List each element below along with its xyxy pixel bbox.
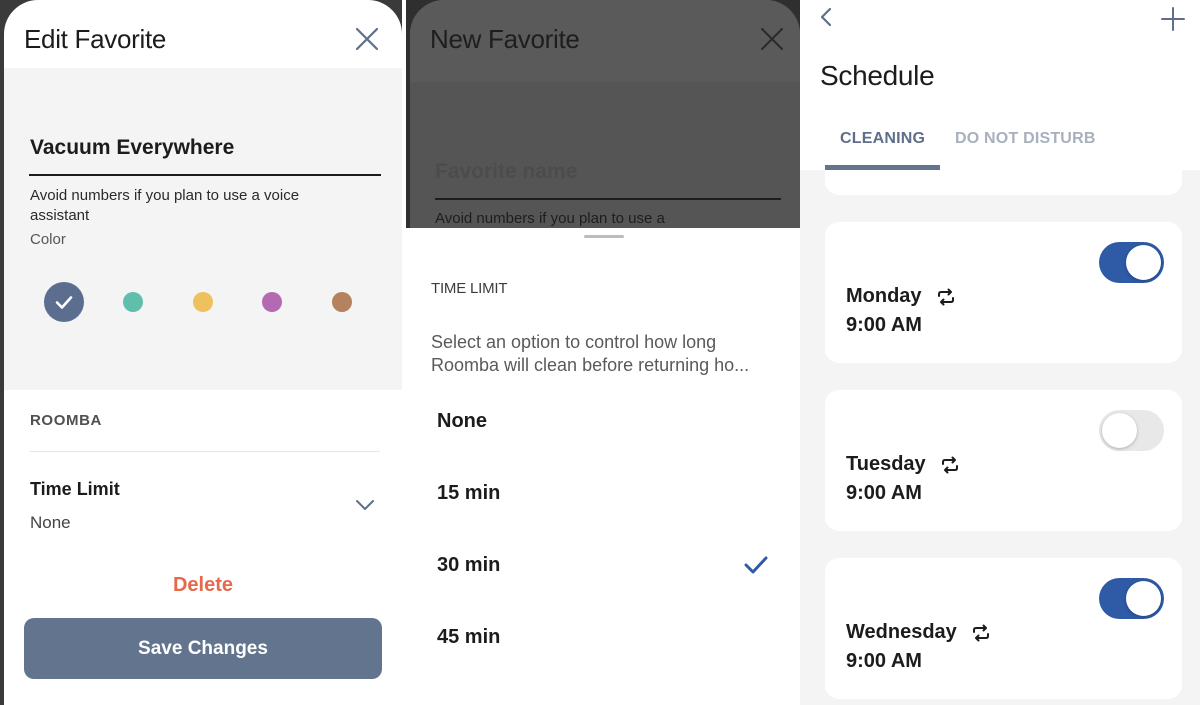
page-title: New Favorite [430,24,580,54]
time-limit-description: Select an option to control how long Roo… [431,332,750,375]
schedule-time: 9:00 AM [846,650,922,672]
schedule-card[interactable]: Wednesday 9:00 AM [825,558,1182,699]
name-hint: Avoid numbers if you plan to use a [435,210,665,227]
tab-cleaning[interactable]: CLEANING [840,130,925,148]
close-icon[interactable] [354,26,380,52]
time-limit-value: None [30,513,71,532]
option-label: 15 min [437,482,501,504]
color-swatch[interactable] [193,292,213,312]
day-label: Tuesday [846,453,926,475]
edit-favorite-sheet: Edit Favorite Vacuum Everywhere Avoid nu… [4,0,402,705]
schedule-header: Schedule CLEANING DO NOT DISTURB [800,0,1200,170]
repeat-icon [972,624,989,641]
schedule-screen: Schedule CLEANING DO NOT DISTURB Monday 9… [800,0,1200,705]
schedule-toggle[interactable] [1099,578,1164,619]
repeat-icon [937,288,954,305]
time-limit-section-header: TIME LIMIT [431,280,508,297]
time-limit-label: Time Limit [30,479,120,499]
toggle-knob [1126,581,1161,616]
edit-favorite-screen: Edit Favorite Vacuum Everywhere Avoid nu… [0,0,402,705]
schedule-card[interactable]: Tuesday 9:00 AM [825,390,1182,531]
page-title: Schedule [820,60,935,91]
time-limit-option[interactable]: 45 min [406,608,800,668]
option-label: None [437,410,487,432]
input-underline [29,174,381,176]
add-icon[interactable] [1160,6,1186,32]
checkmark-icon [55,296,73,309]
schedule-time: 9:00 AM [846,482,922,504]
schedule-day: Wednesday [846,621,991,644]
new-favorite-sheet-dimmed: New Favorite Favorite name Avoid numbers… [410,0,800,228]
back-chevron-icon[interactable] [818,6,834,28]
save-changes-button[interactable]: Save Changes [24,618,382,679]
favorite-form-area [4,68,402,390]
day-label: Monday [846,285,922,307]
option-label: 30 min [437,554,501,576]
color-swatch-selected[interactable] [44,282,84,322]
section-header-roomba: ROOMBA [30,412,102,429]
new-favorite-screen: New Favorite Favorite name Avoid numbers… [406,0,800,705]
favorite-name-input[interactable]: Favorite name [435,160,577,184]
time-limit-option[interactable]: 30 min [406,536,800,596]
tab-do-not-disturb[interactable]: DO NOT DISTURB [955,130,1096,148]
name-hint: Avoid numbers if you plan to use a voice… [30,187,300,224]
schedule-day: Monday [846,285,956,308]
input-underline [435,198,781,200]
sheet-drag-handle[interactable] [584,235,624,238]
schedule-day: Tuesday [846,453,960,476]
time-limit-option[interactable]: None [406,392,800,452]
close-icon[interactable] [759,26,785,52]
color-swatch[interactable] [123,292,143,312]
color-label: Color [30,231,66,248]
page-title: Edit Favorite [24,24,167,54]
time-limit-option[interactable]: 15 min [406,464,800,524]
chevron-down-icon[interactable] [354,498,376,512]
color-swatch[interactable] [332,292,352,312]
toggle-knob [1126,245,1161,280]
schedule-card[interactable]: Monday 9:00 AM [825,222,1182,363]
delete-button[interactable]: Delete [4,574,402,597]
divider [30,451,380,452]
favorite-name-input[interactable]: Vacuum Everywhere [30,136,234,160]
dimmed-background[interactable]: New Favorite Favorite name Avoid numbers… [406,0,800,228]
checkmark-icon [744,556,768,574]
active-tab-indicator [825,165,940,170]
color-swatch[interactable] [262,292,282,312]
toggle-knob [1102,413,1137,448]
repeat-icon [941,456,958,473]
schedule-toggle[interactable] [1099,410,1164,451]
schedule-time: 9:00 AM [846,314,922,336]
schedule-toggle[interactable] [1099,242,1164,283]
day-label: Wednesday [846,621,957,643]
option-label: 45 min [437,626,501,648]
